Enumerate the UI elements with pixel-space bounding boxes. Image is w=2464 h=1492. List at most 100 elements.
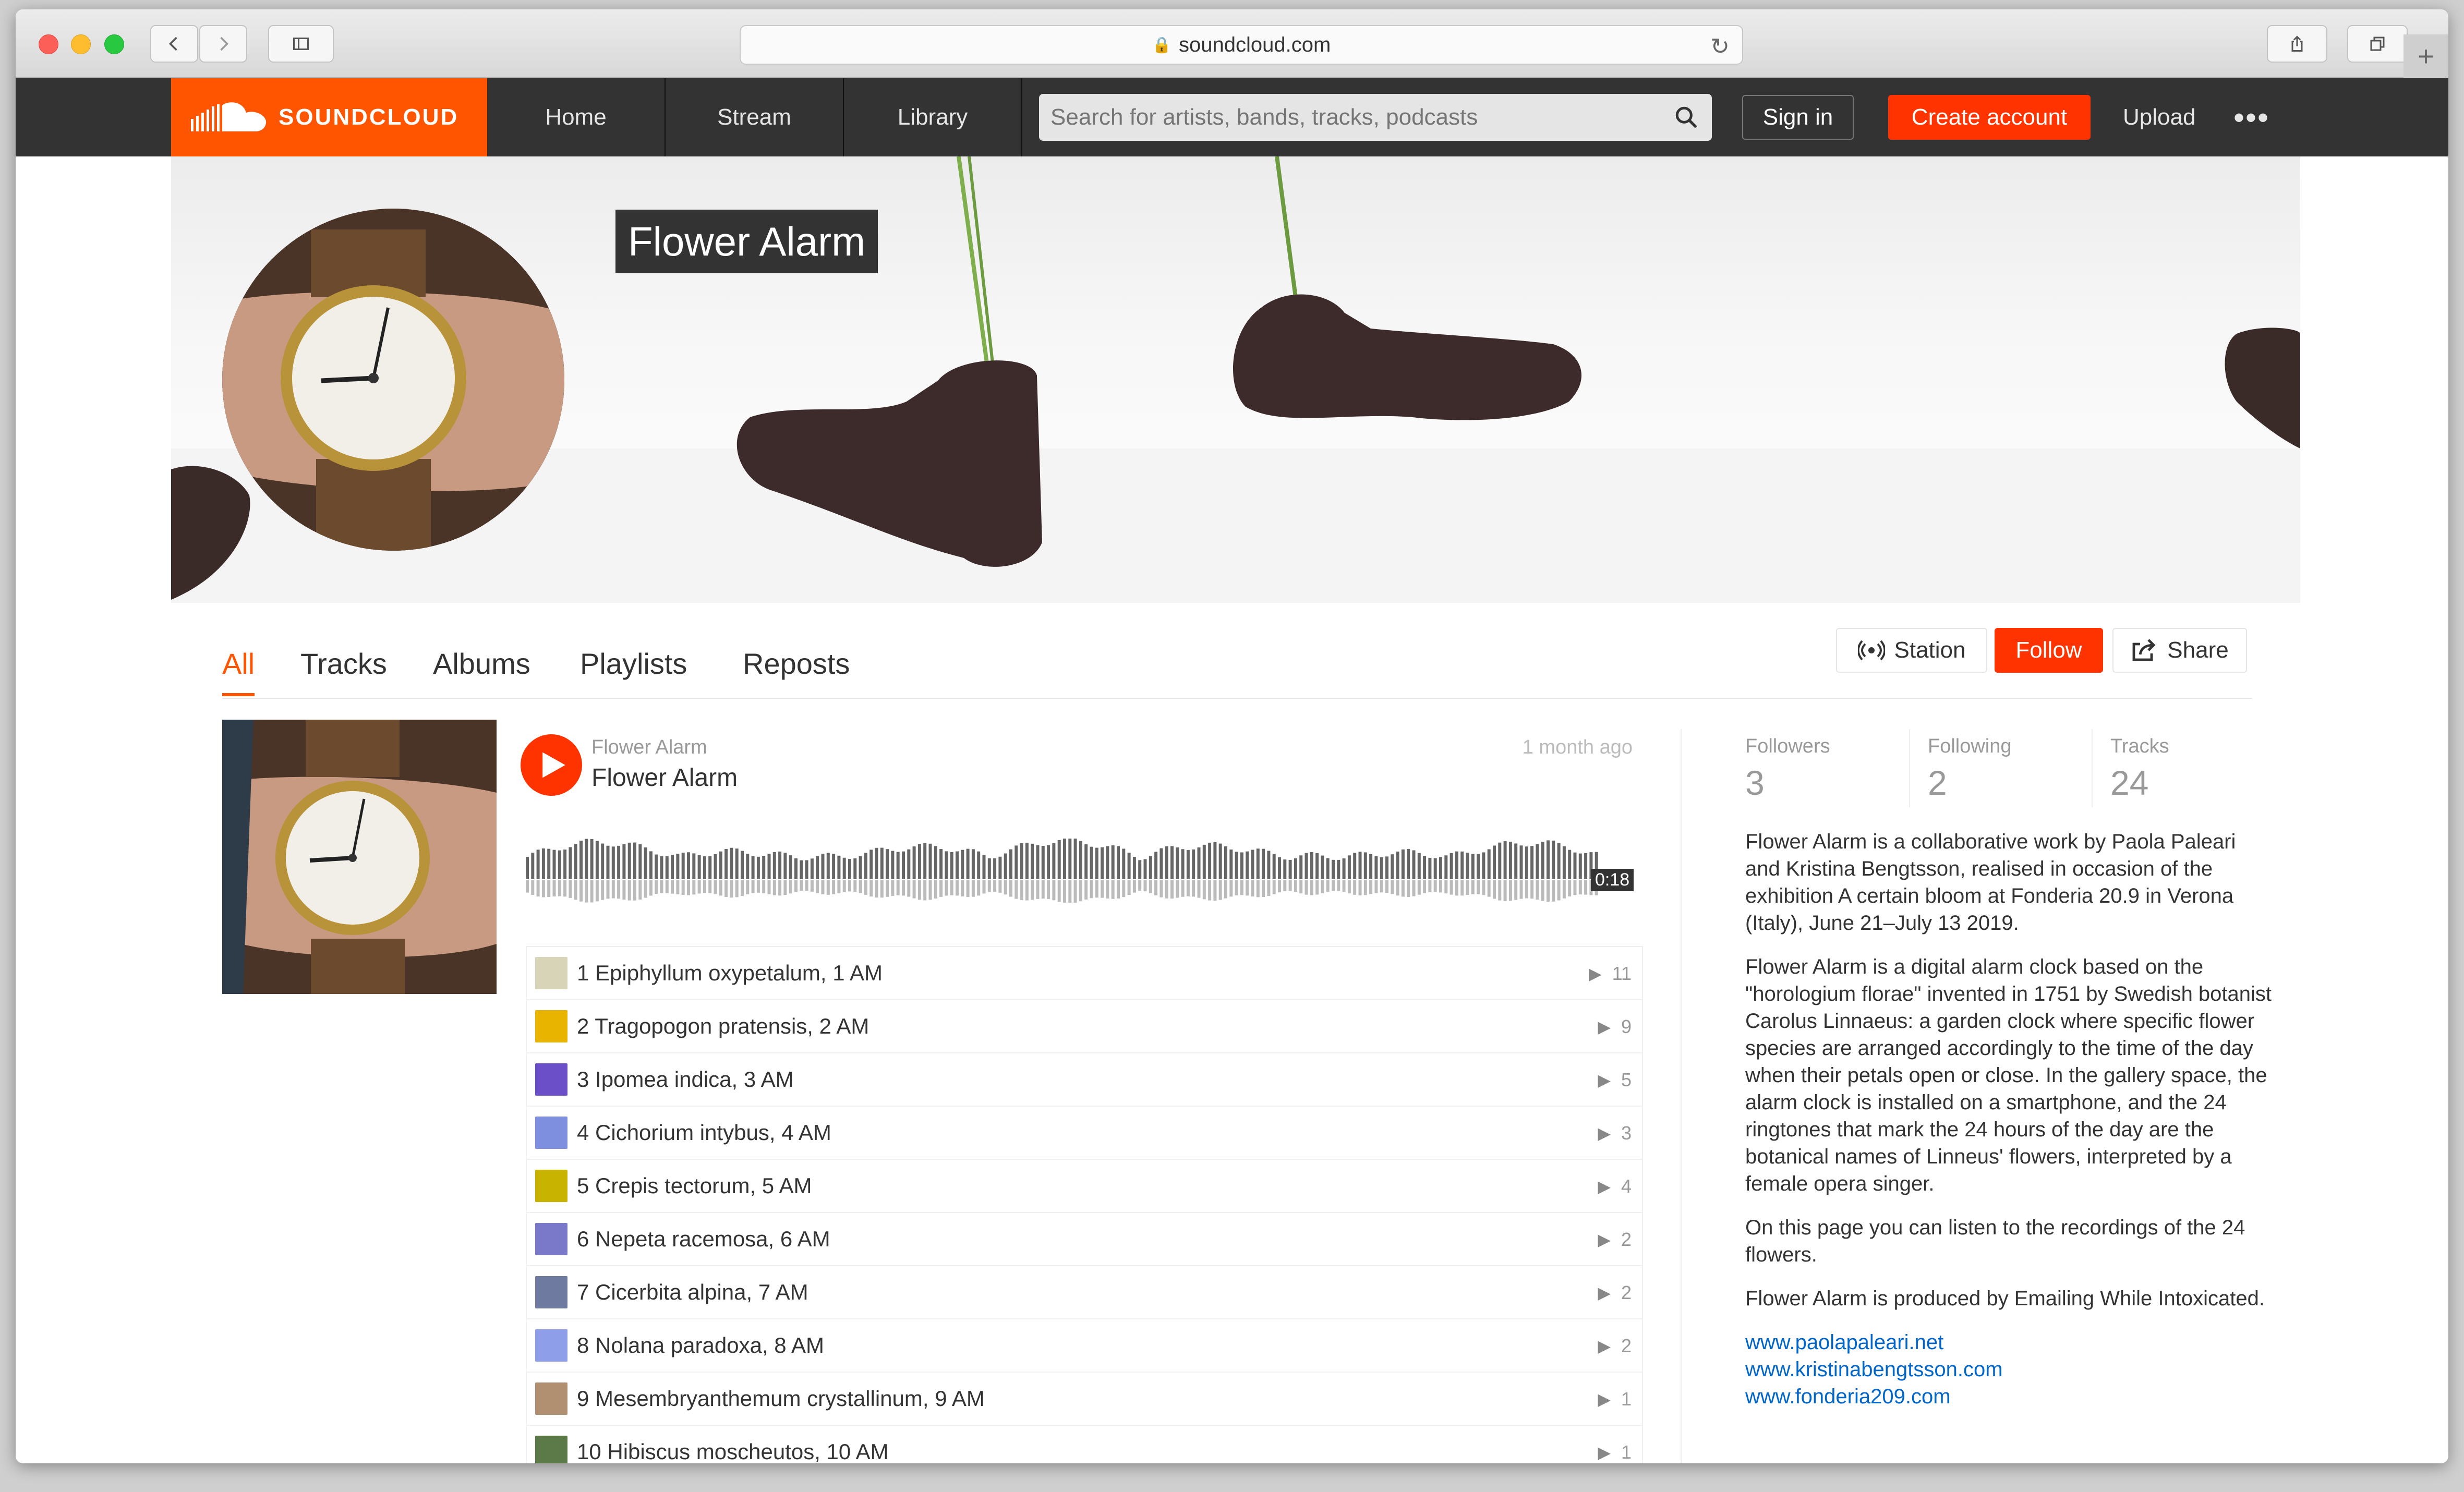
play-count: 2	[1621, 1282, 1632, 1303]
create-account-button[interactable]: Create account	[1888, 95, 2091, 140]
track-row[interactable]: 4 Cichorium intybus, 4 AM ▶ 3	[526, 1107, 1643, 1160]
tracks-label: Tracks	[2110, 735, 2169, 757]
bio-paragraph: Flower Alarm is a digital alarm clock ba…	[1745, 955, 2272, 1195]
play-count-icon: ▶	[1598, 1230, 1611, 1249]
track-row[interactable]: 2 Tragopogon pratensis, 2 AM ▶ 9	[526, 1000, 1643, 1053]
track-thumbnail	[535, 1010, 567, 1042]
share-icon	[2291, 35, 2303, 52]
share-button[interactable]: Share	[2112, 628, 2247, 673]
track-row[interactable]: 9 Mesembryanthemum crystallinum, 9 AM ▶ 1	[526, 1373, 1643, 1426]
address-bar[interactable]: 🔒 soundcloud.com ↻	[740, 25, 1743, 65]
track-title[interactable]: 10 Hibiscus moscheutos, 10 AM	[577, 1439, 889, 1463]
link-fonderia209[interactable]: www.fonderia209.com	[1745, 1383, 2276, 1410]
track-plays: ▶ 4	[1598, 1160, 1632, 1213]
track-title[interactable]: 3 Ipomea indica, 3 AM	[577, 1067, 794, 1092]
track-row[interactable]: 1 Epiphyllum oxypetalum, 1 AM ▶ 11	[526, 947, 1643, 1000]
following-count: 2	[1928, 763, 1947, 802]
upload-link[interactable]: Upload	[2123, 78, 2195, 156]
track-row[interactable]: 8 Nolana paradoxa, 8 AM ▶ 2	[526, 1319, 1643, 1373]
share-page-button[interactable]	[2267, 25, 2327, 63]
playlist-artwork[interactable]	[222, 720, 497, 994]
minimize-window-button[interactable]	[71, 34, 91, 54]
play-count-icon: ▶	[1598, 1071, 1611, 1089]
track-title[interactable]: 9 Mesembryanthemum crystallinum, 9 AM	[577, 1386, 985, 1411]
tab-all[interactable]: All	[222, 647, 255, 696]
tab-tracks[interactable]: Tracks	[300, 647, 387, 693]
track-row[interactable]: 6 Nepeta racemosa, 6 AM ▶ 2	[526, 1213, 1643, 1266]
followers-stat[interactable]: Followers 3	[1745, 735, 1830, 803]
track-title[interactable]: 6 Nepeta racemosa, 6 AM	[577, 1227, 830, 1252]
reload-icon[interactable]: ↻	[1710, 33, 1730, 60]
play-count: 3	[1621, 1122, 1632, 1144]
play-button[interactable]	[521, 734, 582, 796]
track-title[interactable]: 5 Crepis tectorum, 5 AM	[577, 1173, 812, 1198]
track-row[interactable]: 10 Hibiscus moscheutos, 10 AM ▶ 1	[526, 1426, 1643, 1463]
tab-playlists[interactable]: Playlists	[580, 647, 687, 693]
search-input[interactable]	[1050, 104, 1650, 130]
link-kristinabengtsson[interactable]: www.kristinabengtsson.com	[1745, 1356, 2276, 1383]
profile-bio: Flower Alarm is a collaborative work by …	[1745, 828, 2276, 1410]
play-count: 2	[1621, 1335, 1632, 1356]
track-title[interactable]: 4 Cichorium intybus, 4 AM	[577, 1120, 831, 1145]
following-stat[interactable]: Following 2	[1928, 735, 2012, 803]
track-title[interactable]: 7 Cicerbita alpina, 7 AM	[577, 1280, 808, 1305]
wristwatch-image	[222, 209, 564, 551]
profile-banner: Flower Alarm	[171, 156, 2300, 603]
tabs-overview-button[interactable]	[2347, 25, 2408, 63]
track-title[interactable]: 1 Epiphyllum oxypetalum, 1 AM	[577, 961, 883, 986]
waveform[interactable]	[526, 823, 1600, 927]
play-count: 1	[1621, 1388, 1632, 1410]
track-row[interactable]: 7 Cicerbita alpina, 7 AM ▶ 2	[526, 1266, 1643, 1319]
playlist-user[interactable]: Flower Alarm	[591, 736, 707, 759]
new-tab-button[interactable]: +	[2403, 34, 2448, 78]
search-icon[interactable]	[1673, 104, 1699, 130]
sidebar-icon	[293, 38, 309, 50]
track-title[interactable]: 2 Tragopogon pratensis, 2 AM	[577, 1014, 869, 1039]
track-thumbnail	[535, 1276, 567, 1308]
stat-divider	[1909, 729, 1910, 807]
station-button[interactable]: Station	[1836, 628, 1987, 673]
tracks-stat[interactable]: Tracks 24	[2110, 735, 2169, 803]
browser-toolbar: 🔒 soundcloud.com ↻ +	[16, 9, 2448, 78]
track-plays: ▶ 9	[1598, 1000, 1632, 1053]
follow-button[interactable]: Follow	[1995, 628, 2103, 673]
followers-count: 3	[1745, 763, 1765, 802]
chevron-left-icon	[168, 37, 177, 51]
sign-in-button[interactable]: Sign in	[1742, 95, 1854, 140]
track-list: 1 Epiphyllum oxypetalum, 1 AM ▶ 11 2 Tragop…	[526, 946, 1643, 1463]
bio-paragraph: Flower Alarm is produced by Emailing Whi…	[1745, 1287, 2265, 1310]
station-label: Station	[1894, 637, 1966, 663]
track-thumbnail	[535, 1223, 567, 1255]
followers-label: Followers	[1745, 735, 1830, 757]
search-box	[1039, 94, 1712, 141]
close-window-button[interactable]	[39, 34, 58, 54]
play-count: 11	[1612, 963, 1632, 984]
track-plays: ▶ 1	[1598, 1373, 1632, 1426]
back-button[interactable]	[150, 25, 198, 63]
soundcloud-cloud-icon	[191, 102, 267, 131]
play-count-icon: ▶	[1598, 1283, 1611, 1302]
track-row[interactable]: 3 Ipomea indica, 3 AM ▶ 5	[526, 1053, 1643, 1107]
sidebar-toggle-button[interactable]	[268, 25, 334, 63]
nav-library[interactable]: Library	[844, 78, 1022, 156]
soundcloud-logo[interactable]: SOUNDCLOUD	[171, 78, 487, 156]
logo-text: SOUNDCLOUD	[279, 104, 459, 130]
track-row[interactable]: 5 Crepis tectorum, 5 AM ▶ 4	[526, 1160, 1643, 1213]
forward-button[interactable]	[199, 25, 247, 63]
zoom-window-button[interactable]	[104, 34, 124, 54]
link-paolapaleari[interactable]: www.paolapaleari.net	[1745, 1329, 2276, 1356]
play-count: 1	[1621, 1441, 1632, 1463]
tab-reposts[interactable]: Reposts	[743, 647, 850, 693]
play-count-icon: ▶	[1589, 964, 1602, 983]
more-options-icon[interactable]: •••	[2233, 78, 2269, 156]
tab-albums[interactable]: Albums	[433, 647, 530, 693]
track-plays: ▶ 1	[1598, 1426, 1632, 1463]
playlist-title[interactable]: Flower Alarm	[591, 763, 738, 792]
track-title[interactable]: 8 Nolana paradoxa, 8 AM	[577, 1333, 824, 1358]
bio-paragraph: On this page you can listen to the recor…	[1745, 1216, 2245, 1266]
play-count-icon: ▶	[1598, 1443, 1611, 1462]
track-thumbnail	[535, 1329, 567, 1362]
nav-stream[interactable]: Stream	[666, 78, 844, 156]
track-thumbnail	[535, 1063, 567, 1096]
nav-home[interactable]: Home	[487, 78, 666, 156]
